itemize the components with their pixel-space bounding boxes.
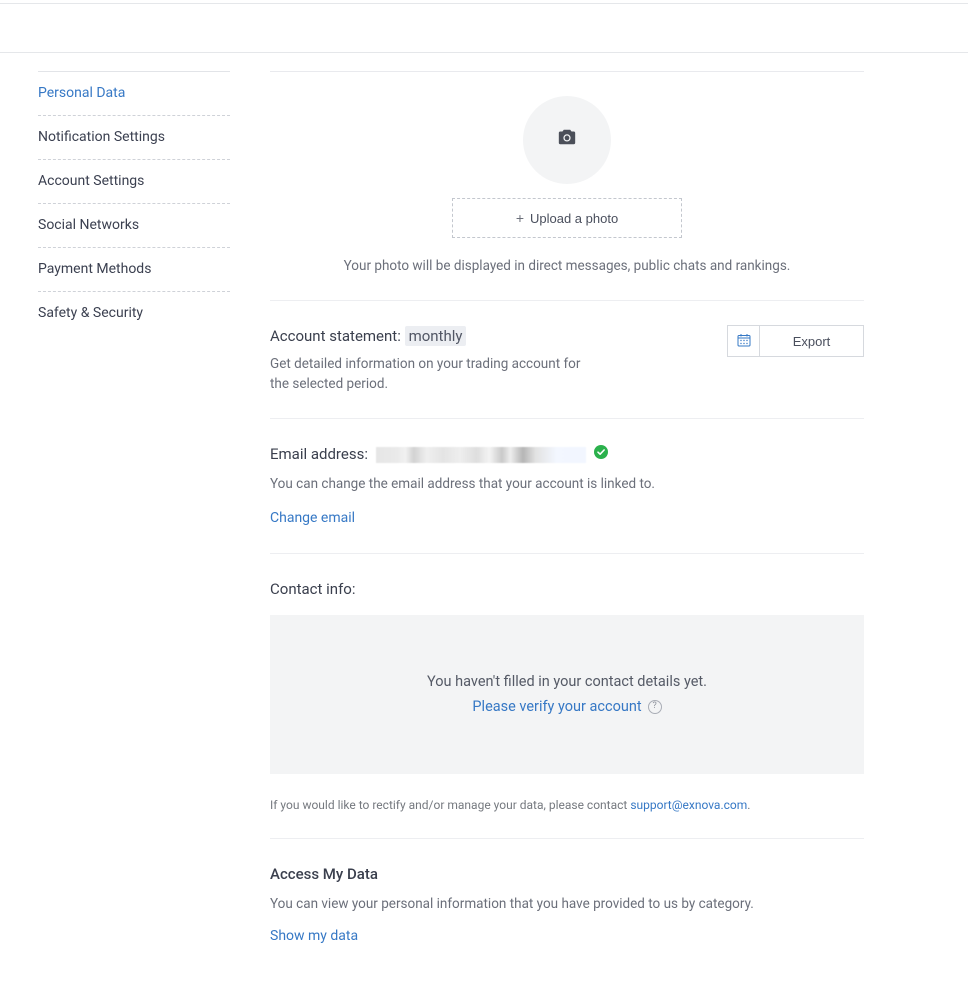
show-my-data-link[interactable]: Show my data: [270, 926, 358, 947]
avatar-placeholder: [523, 96, 611, 184]
sidebar-item-notification-settings[interactable]: Notification Settings: [38, 116, 230, 160]
account-statement-section: Account statement: monthly Get detailed …: [270, 300, 864, 418]
help-icon: ?: [648, 700, 662, 714]
calendar-icon: [737, 333, 751, 350]
sidebar-item-label: Social Networks: [38, 217, 139, 233]
calendar-button[interactable]: [727, 325, 759, 357]
rectify-note: If you would like to rectify and/or mana…: [270, 796, 864, 814]
upload-photo-button[interactable]: + Upload a photo: [452, 198, 682, 238]
camera-icon: [556, 127, 578, 154]
email-subtext: You can change the email address that yo…: [270, 474, 864, 494]
sidebar-item-label: Personal Data: [38, 85, 125, 101]
email-heading-label: Email address:: [270, 443, 368, 466]
sidebar-item-label: Payment Methods: [38, 261, 151, 277]
email-heading: Email address:: [270, 443, 864, 466]
contact-empty-box: You haven't filled in your contact detai…: [270, 615, 864, 775]
change-email-link[interactable]: Change email: [270, 508, 355, 529]
statement-heading-label: Account statement:: [270, 327, 401, 345]
sidebar-item-social-networks[interactable]: Social Networks: [38, 204, 230, 248]
access-data-section: Access My Data You can view your persona…: [270, 838, 864, 987]
sidebar-item-personal-data[interactable]: Personal Data: [38, 72, 230, 116]
statement-subtext: Get detailed information on your trading…: [270, 354, 600, 395]
verify-account-link-label: Please verify your account: [472, 696, 641, 718]
top-bar: [0, 3, 968, 53]
rectify-note-text: If you would like to rectify and/or mana…: [270, 798, 630, 812]
photo-note: Your photo will be displayed in direct m…: [270, 256, 864, 276]
sidebar-item-account-settings[interactable]: Account Settings: [38, 160, 230, 204]
support-email-link[interactable]: support@exnova.com: [630, 798, 747, 812]
email-value-redacted: [376, 447, 586, 463]
verify-account-link[interactable]: Please verify your account ?: [472, 696, 661, 718]
sidebar-item-label: Safety & Security: [38, 305, 143, 321]
statement-heading: Account statement: monthly: [270, 325, 600, 348]
sidebar-item-label: Notification Settings: [38, 129, 165, 145]
access-heading: Access My Data: [270, 863, 864, 886]
contact-heading: Contact info:: [270, 578, 864, 601]
settings-sidebar: Personal Data Notification Settings Acco…: [0, 71, 230, 987]
rectify-note-period: .: [747, 798, 750, 812]
export-group: Export: [727, 325, 864, 357]
sidebar-item-safety-security[interactable]: Safety & Security: [38, 292, 230, 335]
contact-empty-text: You haven't filled in your contact detai…: [427, 671, 707, 693]
export-button-label: Export: [793, 334, 831, 349]
contact-section: Contact info: You haven't filled in your…: [270, 553, 864, 838]
export-button[interactable]: Export: [759, 325, 864, 357]
email-section: Email address: You can change the email …: [270, 418, 864, 553]
photo-section: + Upload a photo Your photo will be disp…: [270, 72, 864, 300]
plus-icon: +: [516, 210, 524, 226]
page-container: Personal Data Notification Settings Acco…: [0, 53, 968, 987]
sidebar-item-label: Account Settings: [38, 173, 144, 189]
access-subtext: You can view your personal information t…: [270, 894, 864, 914]
upload-photo-label: Upload a photo: [530, 211, 618, 226]
sidebar-item-payment-methods[interactable]: Payment Methods: [38, 248, 230, 292]
verified-icon: [594, 443, 608, 466]
main-content: + Upload a photo Your photo will be disp…: [230, 71, 968, 987]
statement-period-value: monthly: [405, 326, 467, 346]
